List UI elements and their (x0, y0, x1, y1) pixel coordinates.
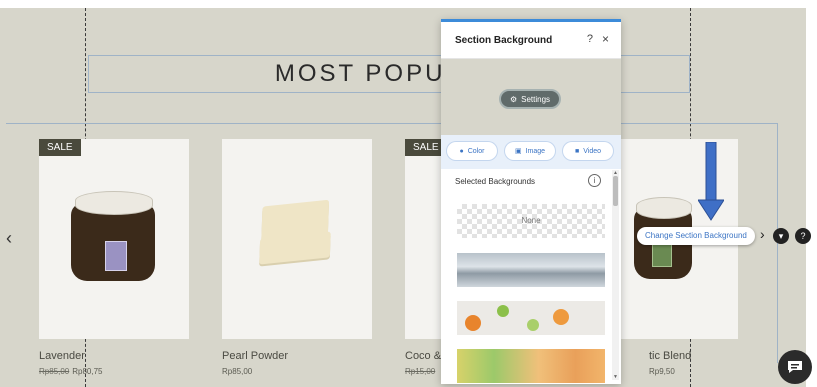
background-thumb-mountains[interactable] (457, 253, 605, 287)
product-name[interactable]: Coco & (405, 350, 441, 362)
editor-canvas[interactable]: MOST POPULAR ‹ SALE Lavender Rp85,00 Rp80… (0, 8, 806, 387)
change-section-background-tooltip[interactable]: Change Section Background (637, 227, 755, 245)
gear-icon: ⚙ (509, 94, 518, 104)
background-thumb-citrus[interactable] (457, 301, 605, 335)
product-name[interactable]: tic Blend (649, 350, 691, 362)
product-price: Rp85,00 Rp80,75 (39, 367, 103, 376)
strip-boundary (6, 123, 778, 124)
product-card-pearl-powder[interactable] (222, 139, 372, 339)
panel-scrollbar[interactable]: ▲ ▼ (612, 170, 619, 380)
background-thumb-gradient[interactable] (457, 349, 605, 383)
chat-button[interactable] (778, 350, 812, 384)
panel-title: Section Background (455, 35, 553, 46)
background-preview: ⚙ Settings (441, 59, 621, 135)
image-button[interactable]: ▣ Image (505, 142, 555, 160)
panel-close-button[interactable]: × (602, 32, 609, 46)
carousel-next-button[interactable]: › (760, 226, 765, 242)
carousel-prev-button[interactable]: ‹ (6, 228, 12, 249)
selected-backgrounds-heading: Selected Backgrounds (455, 177, 536, 186)
product-card-lavender[interactable]: SALE (39, 139, 189, 339)
background-thumb-none[interactable]: None (457, 204, 605, 238)
panel-header: Section Background ? × (441, 22, 621, 59)
annotation-arrow-icon (698, 142, 724, 221)
video-icon: ■ (574, 147, 580, 155)
droplet-icon: ● (459, 147, 464, 155)
image-icon: ▣ (514, 148, 522, 155)
video-button[interactable]: ■ Video (563, 142, 613, 160)
section-background-panel: Section Background ? × ⚙ Settings ● Colo… (441, 19, 621, 384)
settings-button[interactable]: ⚙ Settings (499, 89, 561, 109)
background-bucket-icon[interactable]: ▾ (773, 228, 789, 244)
media-type-row: ● Color ▣ Image ■ Video (441, 135, 621, 169)
sale-badge: SALE (39, 139, 81, 156)
info-icon[interactable]: i (588, 174, 601, 187)
product-price: Rp9,50 (649, 367, 675, 376)
chat-bubble-icon (788, 361, 802, 373)
product-price: Rp85,00 (222, 367, 253, 376)
panel-help-button[interactable]: ? (587, 33, 593, 45)
product-name[interactable]: Pearl Powder (222, 350, 288, 362)
product-price: Rp15,00 (405, 367, 436, 376)
color-button[interactable]: ● Color (447, 142, 497, 160)
product-name[interactable]: Lavender (39, 350, 85, 362)
help-icon[interactable]: ? (795, 228, 811, 244)
